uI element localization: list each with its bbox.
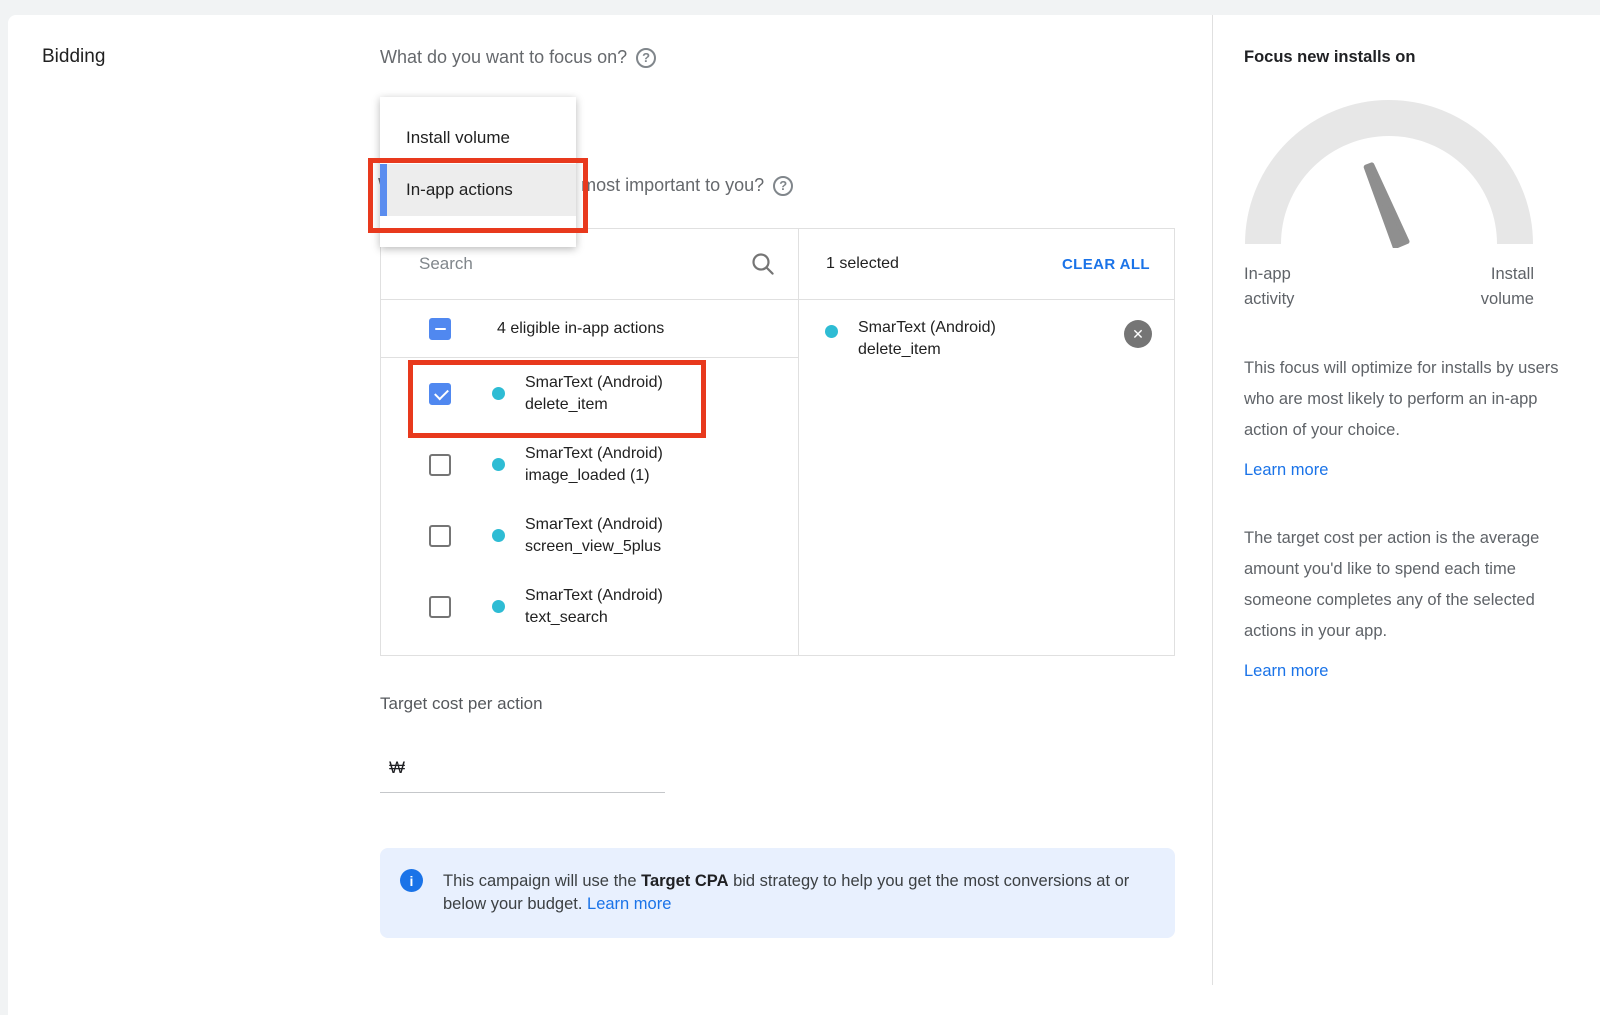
- action-app-name: SmarText (Android): [525, 514, 663, 536]
- action-name: screen_view_5plus: [525, 536, 663, 558]
- learn-more-link[interactable]: Learn more: [1244, 662, 1328, 681]
- checkbox-checked[interactable]: [429, 383, 451, 405]
- action-status-dot: [492, 387, 505, 400]
- selected-app-name: SmarText (Android): [858, 317, 996, 339]
- selected-count: 1 selected: [826, 255, 899, 273]
- info-banner: i This campaign will use the Target CPA …: [380, 848, 1175, 938]
- action-row-image-loaded[interactable]: SmarText (Android) image_loaded (1): [381, 429, 798, 500]
- search-icon[interactable]: [750, 251, 776, 277]
- sidebar-paragraph: The target cost per action is the averag…: [1244, 523, 1564, 647]
- target-cpa-label: Target cost per action: [380, 694, 543, 714]
- gauge-labels: In-app activity Install volume: [1244, 262, 1534, 312]
- picker-selected-column: 1 selected CLEAR ALL SmarText (Android) …: [799, 229, 1174, 655]
- page-background: { "page": { "section_label": "Bidding" }…: [0, 0, 1600, 1015]
- learn-more-link[interactable]: Learn more: [587, 895, 671, 913]
- selected-item: SmarText (Android) delete_item ✕: [799, 300, 1174, 361]
- action-status-dot: [492, 458, 505, 471]
- gauge: [1244, 96, 1534, 253]
- sidebar-title: Focus new installs on: [1244, 48, 1600, 67]
- actions-picker: 4 eligible in-app actions SmarText (Andr…: [380, 228, 1175, 656]
- action-name: image_loaded (1): [525, 465, 663, 487]
- checkbox-unchecked[interactable]: [429, 525, 451, 547]
- info-icon: i: [400, 869, 423, 892]
- action-row-delete-item[interactable]: SmarText (Android) delete_item: [381, 358, 798, 429]
- dropdown-option-label: Install volume: [406, 128, 510, 148]
- gauge-needle: [1366, 165, 1407, 247]
- action-name: delete_item: [525, 394, 663, 416]
- learn-more-link[interactable]: Learn more: [1244, 461, 1328, 480]
- selected-action-name: delete_item: [858, 339, 996, 361]
- clear-all-button[interactable]: CLEAR ALL: [1062, 256, 1150, 273]
- dropdown-option-install-volume[interactable]: Install volume: [380, 112, 576, 164]
- target-cpa-field: ₩: [380, 743, 665, 793]
- bidding-card: Bidding What do you want to focus on? ? …: [8, 15, 1600, 1015]
- info-text-bold: Target CPA: [641, 872, 728, 890]
- help-icon[interactable]: ?: [636, 48, 656, 68]
- action-app-name: SmarText (Android): [525, 372, 663, 394]
- action-app-name: SmarText (Android): [525, 443, 663, 465]
- picker-available-column: 4 eligible in-app actions SmarText (Andr…: [381, 229, 799, 655]
- focus-question-label: What do you want to focus on?: [380, 47, 627, 68]
- checkbox-indeterminate[interactable]: [429, 318, 451, 340]
- gauge-right-label: Install volume: [1434, 262, 1534, 312]
- focus-dropdown: Install volume In-app actions: [380, 97, 576, 247]
- action-status-dot: [825, 325, 838, 338]
- info-text: This campaign will use the Target CPA bi…: [443, 870, 1143, 917]
- action-app-name: SmarText (Android): [525, 585, 663, 607]
- eligible-actions-row[interactable]: 4 eligible in-app actions: [381, 300, 798, 358]
- section-label: Bidding: [42, 46, 105, 68]
- search-input[interactable]: [419, 254, 750, 274]
- dropdown-option-label: In-app actions: [406, 180, 513, 200]
- action-row-text-search[interactable]: SmarText (Android) text_search: [381, 571, 798, 642]
- sidebar: Focus new installs on In-app activity In…: [1212, 15, 1600, 985]
- selected-header: 1 selected CLEAR ALL: [799, 229, 1174, 300]
- eligible-actions-label: 4 eligible in-app actions: [497, 320, 664, 338]
- action-name: text_search: [525, 607, 663, 629]
- target-cpa-input[interactable]: [411, 758, 665, 778]
- gauge-left-label: In-app activity: [1244, 262, 1344, 312]
- focus-question: What do you want to focus on? ?: [380, 47, 656, 68]
- currency-symbol: ₩: [389, 758, 405, 778]
- selected-option-indicator: [380, 164, 387, 216]
- dropdown-option-in-app-actions[interactable]: In-app actions: [380, 164, 576, 216]
- help-icon[interactable]: ?: [773, 176, 793, 196]
- action-status-dot: [492, 529, 505, 542]
- remove-selected-button[interactable]: ✕: [1124, 320, 1152, 348]
- checkbox-unchecked[interactable]: [429, 596, 451, 618]
- action-status-dot: [492, 600, 505, 613]
- checkbox-unchecked[interactable]: [429, 454, 451, 476]
- info-text-segment: This campaign will use the: [443, 872, 641, 890]
- action-row-screen-view[interactable]: SmarText (Android) screen_view_5plus: [381, 500, 798, 571]
- sidebar-paragraph: This focus will optimize for installs by…: [1244, 353, 1564, 446]
